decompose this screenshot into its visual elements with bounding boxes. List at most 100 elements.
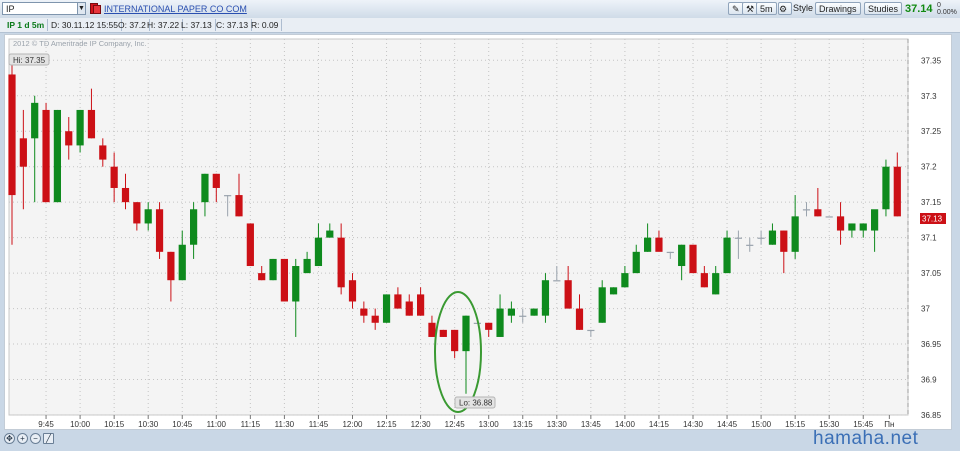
candle-body [201, 173, 209, 203]
y-tick-label: 36.95 [921, 340, 942, 349]
candle-body [666, 251, 674, 254]
candle-body [87, 109, 96, 139]
drawings-button[interactable]: Drawings [815, 2, 861, 15]
candle-body [507, 308, 515, 316]
x-tick-label: 15:15 [785, 420, 806, 429]
candle-body [212, 173, 220, 188]
copyright-text: 2012 © TD Ameritrade IP Company, Inc. [13, 39, 147, 48]
candle-body [496, 308, 504, 337]
net-change-percent: 0.00% [937, 9, 957, 16]
candle-body [825, 216, 833, 218]
candle-body [587, 329, 595, 332]
x-tick-label: 11:15 [241, 420, 261, 429]
x-tick-label: 12:15 [377, 420, 398, 429]
zoom-out-icon[interactable]: − [30, 433, 41, 444]
candle-body [598, 287, 606, 323]
chart-area[interactable]: 36.85 36.9 36.95 37 37.05 37.1 37.15 37.2 37.25 3… [4, 34, 952, 430]
x-axis-labels: 9:45 10:00 10:15 10:30 10:45 11:00 11:15 11:30 1… [38, 420, 894, 429]
x-tick-label: 10:45 [172, 420, 193, 429]
candle-body [734, 237, 742, 239]
candle-body [700, 273, 708, 288]
y-tick-label: 37.3 [921, 92, 937, 101]
candle-body [394, 294, 402, 309]
candle-body [802, 209, 811, 211]
x-tick-label: 13:15 [513, 420, 534, 429]
pan-icon[interactable]: ✥ [4, 433, 15, 444]
candle-body [371, 315, 379, 323]
candle-body [485, 322, 493, 330]
candle-body [292, 266, 300, 302]
candle-body [746, 244, 754, 246]
candle-body [712, 273, 720, 295]
x-tick-label: 10:15 [104, 420, 125, 429]
info-date: D: 30.11.12 15:55 [48, 19, 122, 31]
chart-title: IP 1 d 5m [4, 19, 49, 31]
style-icon[interactable]: ⚙ [778, 2, 792, 15]
candle-body [791, 216, 799, 252]
candle-body [31, 102, 39, 139]
candle-body [258, 273, 266, 281]
candle-body [678, 244, 686, 267]
last-price: 37.14 [905, 3, 933, 15]
candle-body [8, 74, 16, 196]
candle-body [541, 280, 550, 316]
candle-body [326, 230, 334, 238]
symbol-flag-icon-secondary [93, 5, 101, 14]
x-tick-label: 13:30 [547, 420, 568, 429]
hi-label: Hi: 37.35 [8, 53, 50, 66]
candle-body [417, 294, 425, 316]
candle-body [439, 329, 447, 337]
candle-body [655, 237, 663, 252]
candle-body [348, 280, 357, 302]
candle-body [632, 251, 640, 274]
style-button[interactable]: Style [793, 2, 813, 15]
candle-body [110, 166, 118, 188]
y-tick-label: 37.2 [921, 163, 937, 172]
candle-body [382, 294, 391, 323]
x-tick-label: 12:30 [411, 420, 432, 429]
x-tick-label: 12:45 [445, 420, 466, 429]
symbol-dropdown-icon[interactable]: ▼ [77, 2, 86, 15]
studies-button[interactable]: Studies [864, 2, 903, 15]
candle-body [235, 195, 243, 217]
candle-body [178, 244, 186, 281]
candle-body [519, 315, 527, 317]
candle-body [65, 131, 73, 146]
candle-body [893, 166, 901, 217]
symbol-input[interactable]: IP [2, 2, 84, 15]
y-tick-label: 37.35 [921, 56, 942, 65]
net-change-value: 0 [937, 2, 941, 9]
info-close: C: 37.13 [213, 19, 253, 31]
candle-body [768, 230, 777, 245]
info-low: L: 37.13 [178, 19, 216, 31]
candle-body [780, 230, 788, 252]
candle-body [133, 202, 141, 224]
candle-body [462, 315, 470, 352]
candle-body [723, 237, 731, 274]
chart-toolbar: IP ▼ INTERNATIONAL PAPER CO COM ✎ ⚒ 5m ⚙… [0, 0, 960, 19]
x-tick-label: 14:30 [683, 420, 704, 429]
candle-body [167, 251, 175, 281]
candle-body [689, 244, 697, 274]
candle-body [360, 308, 368, 316]
x-tick-label: 14:45 [717, 420, 738, 429]
interval-5m-button[interactable]: 5m [756, 2, 777, 15]
watermark-text: hamaha.net [813, 428, 919, 449]
x-tick-label: 9:45 [38, 420, 54, 429]
candle-body [42, 109, 50, 203]
candle-body [99, 145, 107, 160]
candle-body [76, 109, 84, 146]
candle-body [575, 308, 584, 330]
net-change: 0 0.00% [937, 2, 957, 16]
candle-body [859, 223, 867, 231]
price-chart[interactable]: 36.85 36.9 36.95 37 37.05 37.1 37.15 37.2 37.25 3… [5, 35, 951, 429]
candle-body [224, 195, 232, 197]
draw-line-icon[interactable]: ╱ [43, 433, 54, 444]
info-range: R: 0.09 [248, 19, 283, 31]
zoom-in-icon[interactable]: + [17, 433, 28, 444]
price-tag: 37.13 [920, 213, 946, 224]
x-tick-label: 10:30 [138, 420, 159, 429]
company-name-link[interactable]: INTERNATIONAL PAPER CO COM [104, 4, 247, 14]
candle-body [882, 166, 890, 210]
grid-lines [8, 38, 909, 419]
